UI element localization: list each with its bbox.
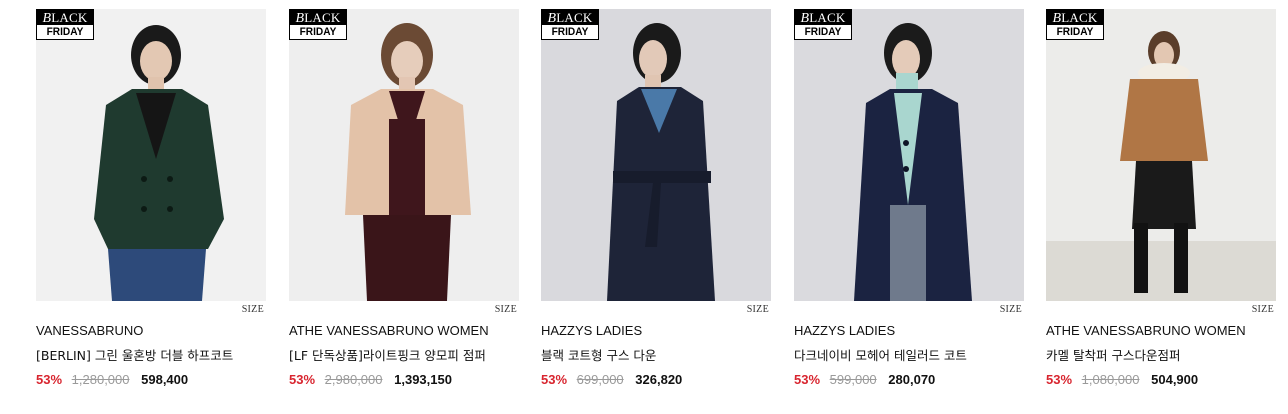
black-friday-badge: BLACK FRIDAY xyxy=(541,9,599,40)
sale-price: 598,400 xyxy=(141,372,189,387)
size-link[interactable]: SIZE xyxy=(1000,304,1022,315)
product-image[interactable]: BLACK FRIDAY xyxy=(541,9,771,301)
product-name[interactable]: [BERLIN] 그린 울혼방 더블 하프코트 xyxy=(36,345,233,364)
product-name[interactable]: 블랙 코트형 구스 다운 xyxy=(541,345,656,364)
price-row: 53% 599,000 280,070 xyxy=(794,372,935,387)
badge-top-text: LACK xyxy=(556,10,593,25)
badge-bottom-text: FRIDAY xyxy=(46,26,84,38)
product-grid: BLACK FRIDAY SIZE VANESSABRUNO [BERLIN] … xyxy=(0,0,1288,414)
original-price: 1,280,000 xyxy=(71,372,130,387)
product-card[interactable]: BLACK FRIDAY SIZE HAZZYS LADIES 블랙 코트형 구… xyxy=(541,9,771,387)
product-photo-camel-down-jumper xyxy=(1046,9,1276,301)
badge-top-text: LACK xyxy=(51,10,88,25)
price-row: 53% 1,080,000 504,900 xyxy=(1046,372,1198,387)
sale-price: 326,820 xyxy=(635,372,683,387)
badge-top-text: LACK xyxy=(1061,10,1098,25)
product-name[interactable]: [LF 단독상품]라이트핑크 양모피 점퍼 xyxy=(289,345,486,364)
product-card[interactable]: BLACK FRIDAY SIZE HAZZYS LADIES 다크네이비 모헤… xyxy=(794,9,1024,387)
size-link[interactable]: SIZE xyxy=(747,304,769,315)
sale-price: 504,900 xyxy=(1151,372,1199,387)
original-price: 699,000 xyxy=(576,372,624,387)
price-row: 53% 699,000 326,820 xyxy=(541,372,682,387)
original-price: 599,000 xyxy=(829,372,877,387)
product-photo-green-coat xyxy=(36,9,266,301)
black-friday-badge: BLACK FRIDAY xyxy=(1046,9,1104,40)
black-friday-badge: BLACK FRIDAY xyxy=(794,9,852,40)
sale-price: 1,393,150 xyxy=(394,372,452,387)
discount-rate: 53% xyxy=(794,372,821,387)
product-card[interactable]: BLACK FRIDAY SIZE ATHE VANESSABRUNO WOME… xyxy=(289,9,519,387)
discount-rate: 53% xyxy=(541,372,568,387)
badge-bottom-text: FRIDAY xyxy=(299,26,337,38)
product-photo-navy-down-coat xyxy=(541,9,771,301)
badge-mark: B xyxy=(800,11,810,26)
black-friday-badge: BLACK FRIDAY xyxy=(289,9,347,40)
product-image[interactable]: BLACK FRIDAY xyxy=(289,9,519,301)
badge-mark: B xyxy=(42,11,52,26)
size-link[interactable]: SIZE xyxy=(1252,304,1274,315)
badge-top-text: LACK xyxy=(304,10,341,25)
badge-mark: B xyxy=(295,11,305,26)
product-image[interactable]: BLACK FRIDAY xyxy=(1046,9,1276,301)
brand-name[interactable]: ATHE VANESSABRUNO WOMEN xyxy=(289,323,489,338)
product-card[interactable]: BLACK FRIDAY SIZE ATHE VANESSABRUNO WOME… xyxy=(1046,9,1276,387)
price-row: 53% 2,980,000 1,393,150 xyxy=(289,372,452,387)
sale-price: 280,070 xyxy=(888,372,936,387)
product-name[interactable]: 다크네이비 모헤어 테일러드 코트 xyxy=(794,345,967,364)
price-row: 53% 1,280,000 598,400 xyxy=(36,372,188,387)
product-image[interactable]: BLACK FRIDAY xyxy=(36,9,266,301)
product-photo-navy-mohair-coat xyxy=(794,9,1024,301)
discount-rate: 53% xyxy=(1046,372,1073,387)
badge-mark: B xyxy=(547,11,557,26)
badge-mark: B xyxy=(1052,11,1062,26)
size-link[interactable]: SIZE xyxy=(495,304,517,315)
brand-name[interactable]: HAZZYS LADIES xyxy=(541,323,642,338)
original-price: 1,080,000 xyxy=(1081,372,1140,387)
badge-top-text: LACK xyxy=(809,10,846,25)
product-card[interactable]: BLACK FRIDAY SIZE VANESSABRUNO [BERLIN] … xyxy=(36,9,266,387)
product-image[interactable]: BLACK FRIDAY xyxy=(794,9,1024,301)
black-friday-badge: BLACK FRIDAY xyxy=(36,9,94,40)
badge-bottom-text: FRIDAY xyxy=(804,26,842,38)
product-photo-pink-fur-jumper xyxy=(289,9,519,301)
discount-rate: 53% xyxy=(289,372,316,387)
original-price: 2,980,000 xyxy=(324,372,383,387)
brand-name[interactable]: HAZZYS LADIES xyxy=(794,323,895,338)
badge-bottom-text: FRIDAY xyxy=(551,26,589,38)
brand-name[interactable]: ATHE VANESSABRUNO WOMEN xyxy=(1046,323,1246,338)
badge-bottom-text: FRIDAY xyxy=(1056,26,1094,38)
product-name[interactable]: 카멜 탈착퍼 구스다운점퍼 xyxy=(1046,345,1180,364)
size-link[interactable]: SIZE xyxy=(242,304,264,315)
discount-rate: 53% xyxy=(36,372,63,387)
brand-name[interactable]: VANESSABRUNO xyxy=(36,323,143,338)
